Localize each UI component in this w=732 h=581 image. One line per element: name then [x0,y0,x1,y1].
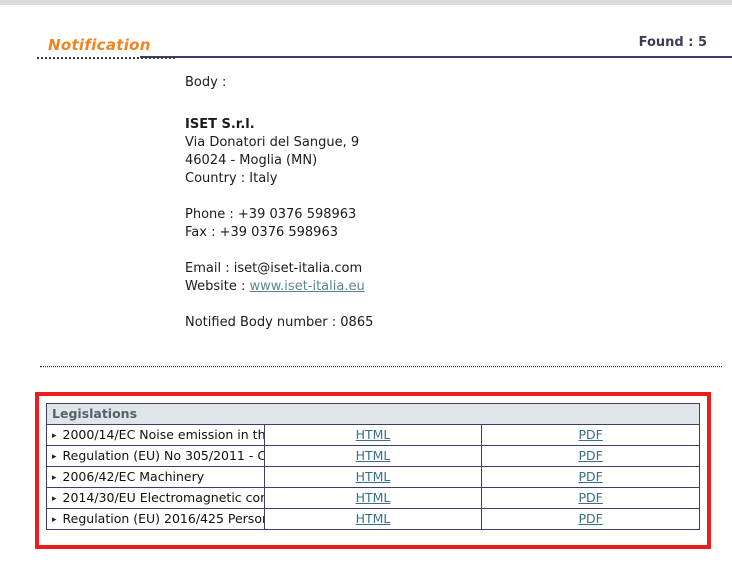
html-link-cell: HTML [264,488,482,509]
body-email: Email : iset@iset-italia.com [185,261,362,276]
header-rule-solid [140,56,732,58]
body-address-block: ISET S.r.l. Via Donatori del Sangue, 9 4… [185,116,373,188]
html-link[interactable]: HTML [356,448,391,463]
body-country: Country : Italy [185,171,278,186]
html-link-cell: HTML [264,446,482,467]
row-arrow-icon: ▸ [52,431,57,441]
table-row: ▸ Regulation (EU) 2016/425 Personal prote… [47,509,700,530]
top-gray-bar [0,0,732,5]
table-row: ▸ 2014/30/EU Electromagnetic compatibilit… [47,488,700,509]
html-link-cell: HTML [264,425,482,446]
body-phone: Phone : +39 0376 598963 [185,207,356,222]
website-link[interactable]: www.iset-italia.eu [249,279,364,294]
html-link-cell: HTML [264,509,482,530]
body-name: ISET S.r.l. [185,117,255,132]
found-count: Found : 5 [639,35,707,50]
legislations-header-row: Legislations [47,404,700,425]
legislation-label-cell: ▸ Regulation (EU) 2016/425 Personal prote… [47,509,265,530]
pdf-link-cell: PDF [482,446,700,467]
body-phone-block: Phone : +39 0376 598963 Fax : +39 0376 5… [185,206,373,242]
legislation-label-cell: ▸ Regulation (EU) No 305/2011 - Construct… [47,446,265,467]
html-link[interactable]: HTML [356,469,391,484]
pdf-link[interactable]: PDF [578,511,602,526]
table-row: ▸ 2006/42/EC Machinery HTML PDF [47,467,700,488]
legislation-label: Regulation (EU) No 305/2011 - Constructi… [63,448,265,463]
html-link-cell: HTML [264,467,482,488]
legislations-table: Legislations ▸ 2000/14/EC Noise emission … [46,403,700,530]
pdf-link[interactable]: PDF [578,490,602,505]
header-rule-dotted [37,57,175,59]
row-arrow-icon: ▸ [52,473,57,483]
pdf-link-cell: PDF [482,425,700,446]
table-row: ▸ Regulation (EU) No 305/2011 - Construct… [47,446,700,467]
pdf-link[interactable]: PDF [578,469,602,484]
body-address-line1: Via Donatori del Sangue, 9 [185,135,359,150]
html-link[interactable]: HTML [356,490,391,505]
body-fax: Fax : +39 0376 598963 [185,225,338,240]
legislation-label: 2006/42/EC Machinery [63,469,205,484]
pdf-link-cell: PDF [482,488,700,509]
body-contact-block: Email : iset@iset-italia.com Website : w… [185,260,373,296]
body-section-label: Body : [185,74,373,92]
row-arrow-icon: ▸ [52,494,57,504]
table-row: ▸ 2000/14/EC Noise emission in the enviro… [47,425,700,446]
section-divider [40,366,722,368]
legislations-header: Legislations [47,404,700,425]
body-website-label: Website : [185,279,249,294]
legislations-highlight-box: Legislations ▸ 2000/14/EC Noise emission … [35,392,711,549]
pdf-link[interactable]: PDF [578,427,602,442]
body-details-section: Body : ISET S.r.l. Via Donatori del Sang… [185,74,373,350]
html-link[interactable]: HTML [356,427,391,442]
body-address-line2: 46024 - Moglia (MN) [185,153,317,168]
row-arrow-icon: ▸ [52,515,57,525]
notified-body-number: Notified Body number : 0865 [185,314,373,332]
row-arrow-icon: ▸ [52,452,57,462]
legislation-label: Regulation (EU) 2016/425 Personal protec… [63,511,265,526]
page-title: Notification [48,36,151,54]
legislation-label-cell: ▸ 2006/42/EC Machinery [47,467,265,488]
legislation-label-cell: ▸ 2000/14/EC Noise emission in the enviro… [47,425,265,446]
pdf-link[interactable]: PDF [578,448,602,463]
legislation-label: 2000/14/EC Noise emission in the environ… [63,427,265,442]
pdf-link-cell: PDF [482,467,700,488]
html-link[interactable]: HTML [356,511,391,526]
pdf-link-cell: PDF [482,509,700,530]
legislation-label: 2014/30/EU Electromagnetic compatibility [63,490,265,505]
legislation-label-cell: ▸ 2014/30/EU Electromagnetic compatibilit… [47,488,265,509]
